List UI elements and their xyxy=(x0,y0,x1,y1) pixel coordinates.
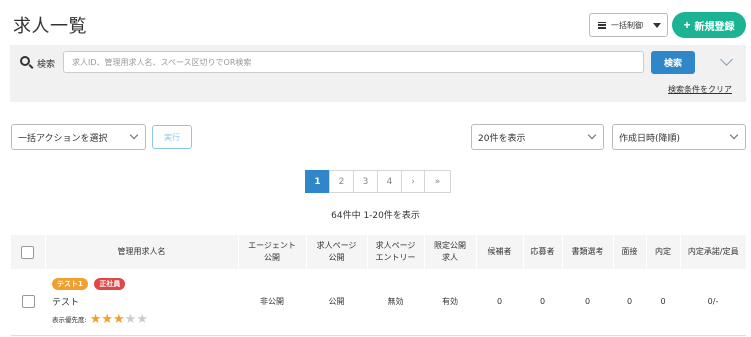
bulk-action-value: 一括アクションを選択 xyxy=(18,133,108,144)
table-header-row: 管理用求人名 エージェント 公開 求人ページ 公開 求人ページ エントリー 限定… xyxy=(11,235,746,269)
page-public-cell: 公開 xyxy=(306,269,367,336)
star-icon: ★ xyxy=(136,311,148,327)
page-1[interactable]: 1 xyxy=(305,170,330,193)
col-agent-public[interactable]: エージェント 公開 xyxy=(237,235,306,269)
star-icon: ★ xyxy=(101,311,114,327)
interview-cell: 0 xyxy=(613,269,646,336)
offer-cell: 0 xyxy=(646,269,680,336)
col-page-entry[interactable]: 求人ページ エントリー xyxy=(366,235,424,269)
star-icon: ★ xyxy=(89,311,102,327)
col-name[interactable]: 管理用求人名 xyxy=(44,235,238,269)
new-job-label: 新規登録 xyxy=(694,21,735,33)
bulk-control-dropdown[interactable]: 一括制御 xyxy=(589,13,668,37)
chevron-down-icon xyxy=(729,130,739,140)
select-all-cell xyxy=(11,235,45,269)
offer-accept-cell: 0/- xyxy=(680,269,746,336)
priority-rating: 表示優先度: ★ ★ ★ ★ ★ xyxy=(52,313,238,326)
chevron-down-icon xyxy=(129,130,139,140)
job-name-cell: テスト1 正社員 テスト 表示優先度: ★ ★ ★ ★ ★ xyxy=(45,269,238,336)
priority-label: 表示優先度: xyxy=(52,316,87,325)
applicants-cell: 0 xyxy=(523,269,562,336)
doc-screening-cell: 0 xyxy=(562,269,613,336)
candidates-cell: 0 xyxy=(476,269,523,336)
job-table: 管理用求人名 エージェント 公開 求人ページ 公開 求人ページ エントリー 限定… xyxy=(11,235,746,336)
page-4[interactable]: 4 xyxy=(377,170,402,193)
test-badge: テスト1 xyxy=(52,277,88,290)
col-offer-accept[interactable]: 内定承諾/定員 xyxy=(679,235,746,269)
search-button[interactable]: 検索 xyxy=(651,51,695,74)
bulk-action-select[interactable]: 一括アクションを選択 xyxy=(11,124,146,150)
plus-icon: + xyxy=(683,18,691,32)
select-all-checkbox[interactable] xyxy=(21,245,35,259)
employment-type-badge: 正社員 xyxy=(94,277,126,290)
result-count: 64件中 1-20件を表示 xyxy=(331,211,420,221)
star-icon: ★ xyxy=(124,311,137,327)
pagination: 1 2 3 4 › » xyxy=(305,170,451,193)
next-page-button[interactable]: › xyxy=(401,170,425,193)
sort-value: 作成日時(降順) xyxy=(619,133,681,144)
col-limited-public[interactable]: 限定公開 求人 xyxy=(423,235,476,269)
col-page-public[interactable]: 求人ページ 公開 xyxy=(305,235,367,269)
row-checkbox[interactable] xyxy=(21,295,35,309)
clear-search-link[interactable]: 検索条件をクリア xyxy=(668,84,732,95)
page-entry-cell: 無効 xyxy=(367,269,424,336)
search-label: 検索 xyxy=(37,60,56,70)
table-row[interactable]: テスト1 正社員 テスト 表示優先度: ★ ★ ★ ★ ★ 非公開 公開 無効 有効 0… xyxy=(11,269,746,336)
search-input[interactable] xyxy=(63,51,644,73)
caret-down-icon xyxy=(653,23,661,28)
row-select-cell xyxy=(11,269,45,336)
chevron-down-icon xyxy=(587,130,597,140)
col-interview[interactable]: 面接 xyxy=(612,235,646,269)
job-title-link[interactable]: テスト xyxy=(52,295,238,308)
list-icon xyxy=(598,21,606,29)
sort-select[interactable]: 作成日時(降順) xyxy=(612,124,746,150)
page-3[interactable]: 3 xyxy=(353,170,378,193)
star-icon: ★ xyxy=(113,311,125,327)
col-applicants[interactable]: 応募者 xyxy=(522,235,562,269)
new-job-button[interactable]: + 新規登録 xyxy=(672,12,746,38)
col-candidates[interactable]: 候補者 xyxy=(475,235,523,269)
search-icon xyxy=(20,56,30,66)
limited-public-cell: 有効 xyxy=(424,269,476,336)
last-page-button[interactable]: » xyxy=(424,170,451,193)
per-page-value: 20件を表示 xyxy=(478,133,526,144)
agent-public-cell: 非公開 xyxy=(238,269,306,336)
bulk-control-label: 一括制御 xyxy=(611,20,643,30)
page-title: 求人一覧 xyxy=(13,16,87,37)
chevron-down-icon[interactable] xyxy=(720,53,733,66)
priority-stars: ★ ★ ★ ★ ★ xyxy=(90,313,148,326)
col-doc-screening[interactable]: 書類選考 xyxy=(561,235,613,269)
col-offer[interactable]: 内定 xyxy=(645,235,680,269)
page-2[interactable]: 2 xyxy=(329,170,354,193)
execute-button[interactable]: 実行 xyxy=(152,125,192,149)
per-page-select[interactable]: 20件を表示 xyxy=(471,124,604,150)
search-panel: 検索 検索 検索条件をクリア xyxy=(10,45,746,102)
